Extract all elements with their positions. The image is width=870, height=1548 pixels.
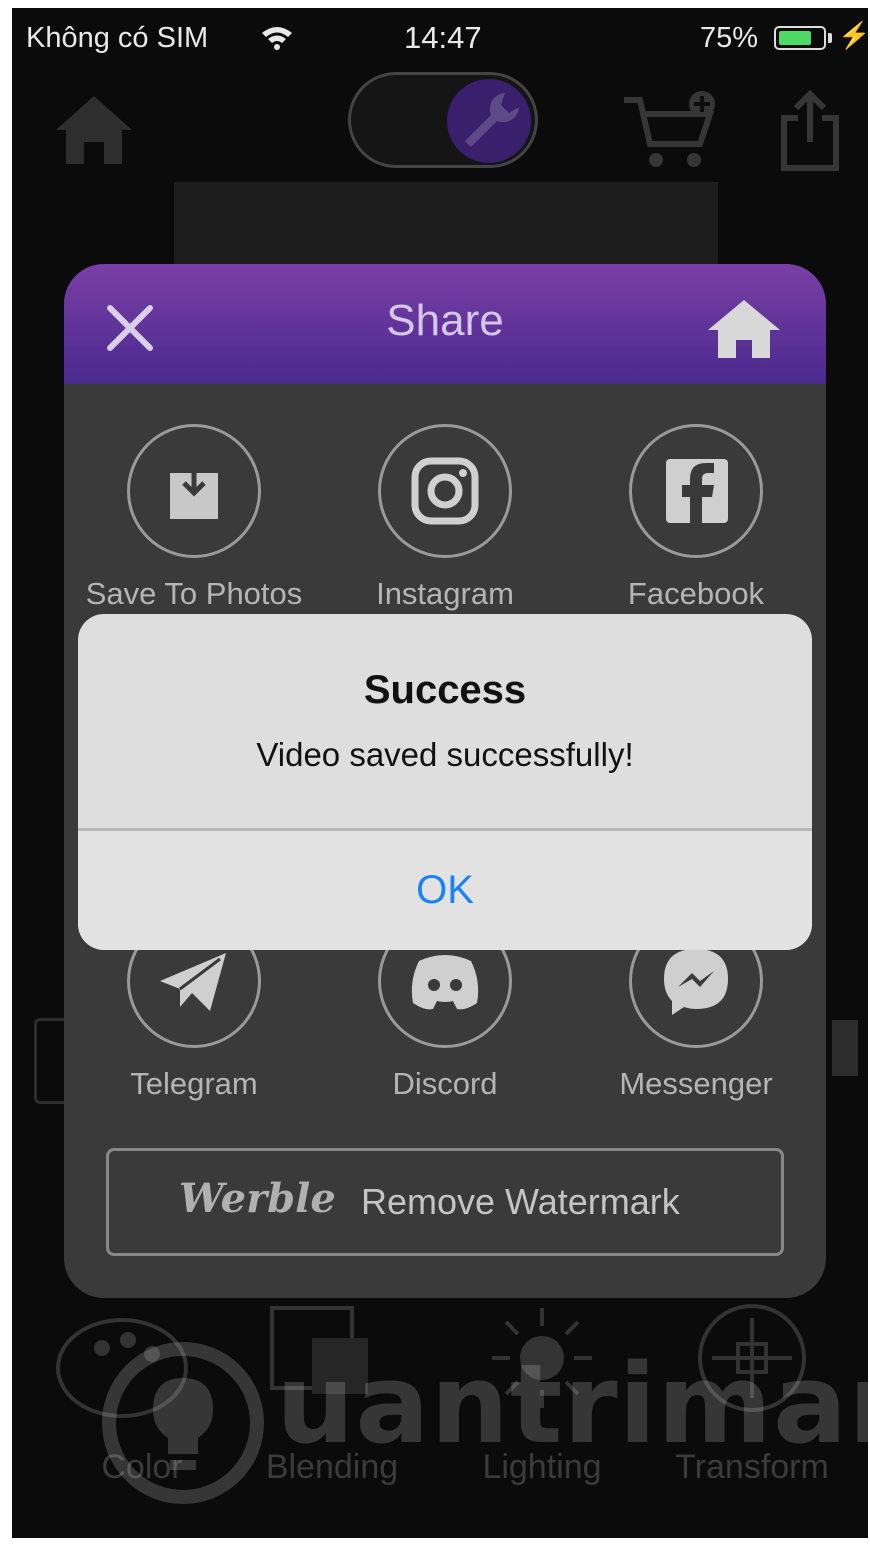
share-label: Facebook <box>627 576 765 611</box>
battery-level <box>779 31 811 45</box>
remove-watermark-button[interactable]: Werble Remove Watermark <box>106 1148 784 1256</box>
share-header: Share <box>64 264 826 384</box>
alert-message: Video saved successfully! <box>256 736 634 773</box>
share-label: Telegram <box>130 1066 258 1101</box>
clock: 14:47 <box>404 20 482 55</box>
canvas-preview <box>174 182 718 274</box>
alert-title: Success <box>363 668 527 712</box>
share-facebook[interactable]: Facebook <box>576 424 816 614</box>
remove-watermark-label: Remove Watermark <box>361 1181 680 1222</box>
side-handle[interactable] <box>832 1020 858 1076</box>
toggle-knob <box>447 79 531 163</box>
mode-toggle[interactable] <box>348 72 538 168</box>
carrier-label: Không có SIM <box>26 22 209 54</box>
battery-cap <box>828 33 832 43</box>
status-bar: Không có SIM 14:47 75% ⚡ <box>12 8 868 70</box>
share-circle <box>378 424 512 558</box>
share-label: Messenger <box>619 1066 773 1101</box>
werble-logo: Werble <box>179 1175 336 1222</box>
home-icon[interactable] <box>54 94 134 166</box>
success-alert: Success Video saved successfully! OK <box>78 614 812 950</box>
share-circle <box>127 424 261 558</box>
wifi-icon <box>262 27 292 50</box>
lightbulb-logo-icon <box>102 1342 264 1504</box>
share-label: Save To Photos <box>85 576 303 611</box>
cart-add-icon[interactable] <box>622 90 722 174</box>
ok-button[interactable]: OK <box>78 831 812 950</box>
share-circle <box>629 424 763 558</box>
phone-screen: Không có SIM 14:47 75% ⚡ Color Blending … <box>12 8 868 1538</box>
share-label: Instagram <box>376 576 514 611</box>
wrench-icon <box>465 93 519 147</box>
site-watermark: uantrimang <box>98 1338 868 1508</box>
site-watermark-text: uantrimang <box>276 1340 868 1468</box>
share-save-to-photos[interactable]: Save To Photos <box>74 424 314 614</box>
home-icon[interactable] <box>706 298 782 360</box>
share-instagram[interactable]: Instagram <box>325 424 565 614</box>
share-export-icon[interactable] <box>778 88 842 172</box>
save-to-photos-icon <box>170 457 218 519</box>
instagram-icon <box>411 457 479 525</box>
share-label: Discord <box>392 1066 498 1101</box>
battery-percentage: 75% <box>700 22 759 54</box>
charging-bolt-icon: ⚡ <box>838 20 868 50</box>
facebook-icon <box>666 459 728 523</box>
battery-icon <box>774 26 826 50</box>
